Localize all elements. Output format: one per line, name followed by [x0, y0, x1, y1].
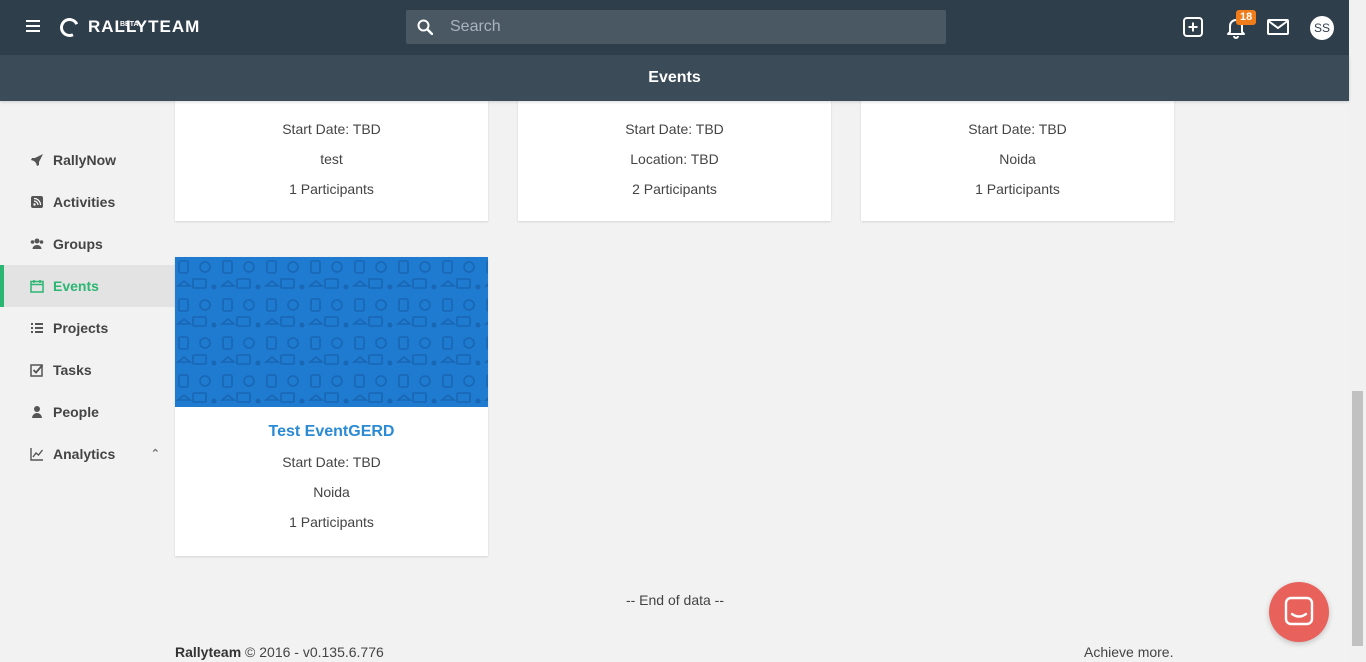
scrollbar[interactable]	[1349, 0, 1366, 662]
sidebar-item-label: Tasks	[53, 362, 92, 378]
user-icon	[32, 406, 42, 418]
mail-icon[interactable]	[1266, 15, 1290, 39]
sidebar-item-activities[interactable]: Activities	[0, 181, 175, 223]
event-start-date: Start Date: TBD	[282, 121, 381, 137]
brand-name: RALLYTEAM	[88, 17, 201, 36]
chat-launcher-button[interactable]	[1269, 582, 1329, 642]
sidebar-item-analytics[interactable]: Analytics ⌃	[0, 433, 175, 475]
event-start-date: Start Date: TBD	[625, 121, 724, 137]
search-icon[interactable]	[417, 19, 433, 35]
checkbox-icon	[30, 364, 44, 377]
end-of-data-text: -- End of data --	[625, 592, 725, 608]
sidebar-item-label: Projects	[53, 320, 109, 336]
add-icon[interactable]	[1181, 15, 1205, 39]
event-title[interactable]: Test EventGERD	[175, 417, 488, 447]
top-bar: RALLYTEAM BETA 18 SS	[0, 0, 1366, 55]
event-banner-image[interactable]	[175, 257, 488, 407]
event-location: Noida	[313, 484, 350, 500]
beta-tag: BETA	[120, 21, 139, 28]
sidebar-item-label: RallyNow	[53, 152, 117, 168]
sidebar-item-label: Groups	[53, 236, 103, 252]
event-location: Location: TBD	[630, 151, 719, 167]
chat-icon	[1284, 596, 1314, 626]
event-location: test	[320, 151, 343, 167]
chevron-up-icon[interactable]: ⌃	[151, 447, 160, 460]
sidebar-item-label: People	[53, 404, 99, 420]
search-input[interactable]	[450, 10, 930, 44]
event-participants: 1 Participants	[289, 181, 374, 197]
sidebar-item-projects[interactable]: Projects	[0, 307, 175, 349]
event-location: Noida	[999, 151, 1036, 167]
event-participants: 2 Participants	[632, 181, 717, 197]
footer-tagline: Achieve more.	[1084, 644, 1174, 660]
sidebar-item-label: Events	[53, 278, 99, 294]
pattern-background	[175, 257, 488, 407]
chart-line-icon	[30, 448, 44, 461]
event-participants: 1 Participants	[289, 514, 374, 530]
event-participants: 1 Participants	[975, 181, 1060, 197]
scrollbar-thumb[interactable]	[1352, 391, 1363, 646]
sidebar-item-rallynow[interactable]: RallyNow	[0, 139, 175, 181]
sidebar-item-label: Activities	[53, 194, 116, 210]
menu-icon[interactable]	[26, 20, 40, 34]
search-bar	[406, 10, 946, 44]
event-card[interactable]: Test EventGERD Start Date: TBD Noida 1 P…	[175, 257, 488, 556]
footer-copyright: Rallyteam © 2016 - v0.135.6.776	[175, 644, 384, 660]
event-start-date: Start Date: TBD	[968, 121, 1067, 137]
sidebar-item-groups[interactable]: Groups	[0, 223, 175, 265]
calendar-icon	[30, 280, 44, 293]
users-icon	[30, 238, 44, 249]
footer-version: © 2016 - v0.135.6.776	[241, 644, 384, 660]
notification-badge: 18	[1236, 10, 1257, 25]
event-start-date: Start Date: TBD	[282, 454, 381, 470]
sidebar-item-tasks[interactable]: Tasks	[0, 349, 175, 391]
feed-icon	[31, 196, 43, 208]
sidebar: RallyNow Activities Groups Events Projec…	[0, 139, 175, 475]
logo-ring-icon	[57, 14, 82, 40]
footer-brand: Rallyteam	[175, 644, 242, 660]
list-icon	[31, 323, 43, 333]
sidebar-item-events[interactable]: Events	[0, 265, 175, 307]
page-title: Events	[0, 55, 1349, 101]
avatar[interactable]: SS	[1310, 16, 1334, 40]
rocket-icon	[31, 154, 43, 166]
sidebar-item-people[interactable]: People	[0, 391, 175, 433]
sidebar-item-label: Analytics	[53, 446, 116, 462]
